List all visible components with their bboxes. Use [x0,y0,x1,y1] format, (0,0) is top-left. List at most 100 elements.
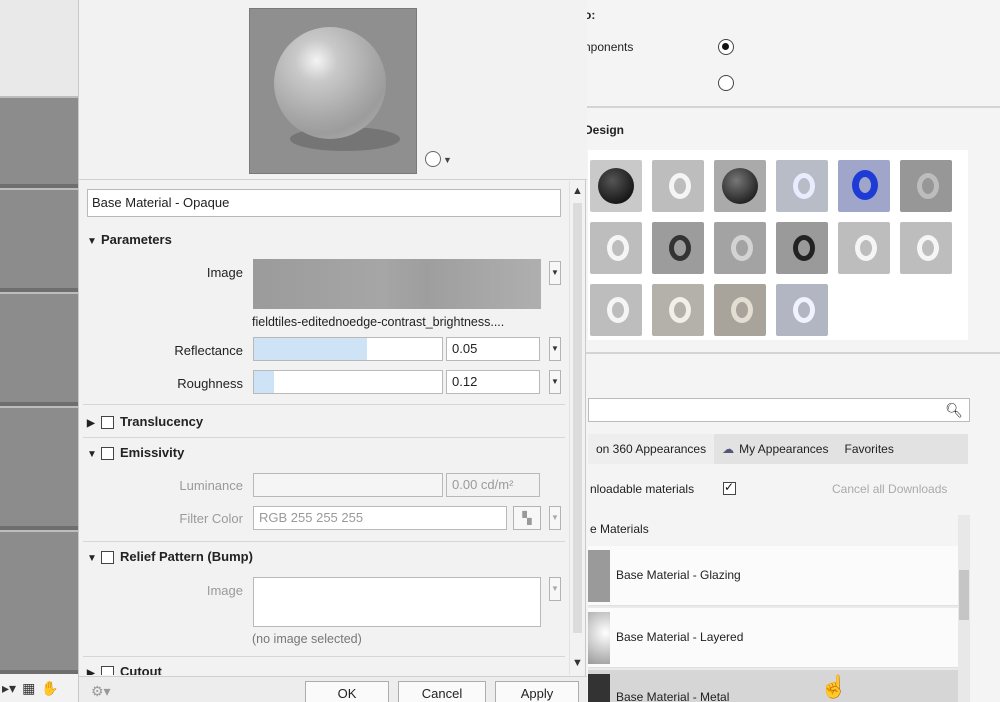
search-input[interactable]: 🔍︎ [588,398,970,422]
cloud-icon: ☁ [722,442,735,456]
texture-image-thumbnail[interactable] [253,259,541,309]
scrollbar-thumb[interactable] [573,203,582,633]
cutout-section-header[interactable]: ▶ Cutout [87,664,162,675]
roughness-value[interactable]: 0.12 [446,370,540,394]
swatch[interactable] [714,284,766,336]
swatch[interactable] [776,284,828,336]
reflectance-label: Reflectance [174,343,243,358]
swatch[interactable] [714,222,766,274]
downloadable-label: nloadable materials [590,482,695,496]
roughness-slider-fill [254,371,275,393]
chevron-down-icon: ▼ [443,155,452,165]
design-header: Design [584,123,625,137]
material-thumbnail [588,612,610,664]
scroll-down-icon[interactable]: ▼ [572,657,583,669]
relief-title: Relief Pattern (Bump) [120,549,253,564]
preview-options-button[interactable]: ▼ [425,150,452,168]
apply-button[interactable]: Apply [495,681,579,702]
downloadable-checkbox[interactable] [723,480,736,495]
appearance-swatches-grid [588,150,968,340]
swatch[interactable] [590,222,642,274]
swatch-selected[interactable] [838,160,890,212]
no-image-text: (no image selected) [252,632,362,646]
material-thumbnail [588,674,610,702]
translucency-title: Translucency [120,414,204,429]
divider [586,352,1000,354]
image-label: Image [206,265,243,280]
tab-favorites[interactable]: Favorites [836,434,901,464]
reflectance-slider-fill [254,338,367,360]
reflectance-value[interactable]: 0.05 [446,337,540,361]
relief-checkbox[interactable] [101,551,114,565]
relief-image-dropdown-button: ▼ [549,577,561,601]
swatch[interactable] [900,160,952,212]
second-radio[interactable] [718,75,734,91]
cancel-downloads-link[interactable]: Cancel all Downloads [832,482,947,496]
circle-icon [425,151,441,168]
list-item[interactable]: Base Material - Glazing [588,546,960,606]
swatch[interactable] [776,160,828,212]
materials-scrollbar[interactable] [958,515,970,702]
luminance-label: Luminance [179,478,243,493]
cutout-title: Cutout [120,664,162,675]
swatch[interactable] [776,222,828,274]
translucency-section-header[interactable]: ▶ Translucency [87,414,204,430]
emissivity-title: Emissivity [120,445,185,460]
pan-hand-icon[interactable]: ✋ [41,680,58,697]
divider [83,541,565,542]
viewport-floor-tiles [0,96,80,676]
ok-button[interactable]: OK [305,681,389,702]
materials-group-label: e Materials [590,522,649,536]
luminance-slider [253,473,443,497]
scrollbar-thumb[interactable] [959,570,969,620]
reflectance-slider[interactable] [253,337,443,361]
scroll-up-icon[interactable]: ▲ [572,185,583,197]
filter-color-field: RGB 255 255 255 [253,506,507,530]
dialog-footer: ⚙▾ OK Cancel Apply [79,676,587,702]
swatch[interactable] [900,222,952,274]
list-item[interactable]: Base Material - Layered [588,608,960,668]
parameters-title: Parameters [101,232,172,247]
search-icon[interactable]: 🔍︎ [945,402,963,419]
material-preview [249,8,417,174]
swatch[interactable] [590,160,642,212]
cutout-checkbox[interactable] [101,666,114,675]
emissivity-checkbox[interactable] [101,447,114,461]
collapsed-triangle-icon: ▶ [87,418,95,429]
gear-icon[interactable]: ⚙▾ [91,683,111,700]
parameters-section-header[interactable]: ▼ Parameters [87,232,172,247]
material-label: Base Material - Metal [616,690,730,702]
roughness-dropdown-button[interactable]: ▼ [549,370,561,394]
reflectance-dropdown-button[interactable]: ▼ [549,337,561,361]
expand-triangle-icon: ▼ [87,449,97,460]
material-name-field[interactable]: Base Material - Opaque [87,189,561,217]
material-editor-dialog: ▼ Base Material - Opaque ▼ Parameters Ima… [78,0,587,702]
relief-section-header[interactable]: ▼ Relief Pattern (Bump) [87,549,253,565]
translucency-checkbox[interactable] [101,416,114,430]
expand-triangle-icon: ▼ [87,553,97,564]
image-dropdown-button[interactable]: ▼ [549,261,561,285]
preview-area: ▼ [79,0,587,180]
calendar-icon[interactable]: ▦ [22,680,35,697]
swatch[interactable] [652,160,704,212]
emissivity-section-header[interactable]: ▼ Emissivity [87,445,185,461]
divider [83,437,565,438]
dropdown-arrow-icon[interactable]: ▸▾ [2,680,16,697]
swatch[interactable] [714,160,766,212]
tab-my-appearances[interactable]: ☁ My Appearances [714,434,836,464]
downloadable-row: nloadable materials Cancel all Downloads [588,480,968,500]
swatch[interactable] [652,284,704,336]
color-picker-icon: ▚ [513,506,541,530]
swatch[interactable] [838,222,890,274]
list-item[interactable]: Base Material - Metal [588,670,960,702]
swatch[interactable] [590,284,642,336]
properties-scrollbar[interactable]: ▲ ▼ [569,181,585,675]
roughness-slider[interactable] [253,370,443,394]
cancel-button[interactable]: Cancel [398,681,486,702]
material-label: Base Material - Layered [616,630,744,644]
relief-image-slot [253,577,541,627]
tab-autodesk-appearances[interactable]: on 360 Appearances [588,434,715,464]
swatch[interactable] [652,222,704,274]
components-radio[interactable] [718,39,734,55]
material-thumbnail [588,550,610,602]
